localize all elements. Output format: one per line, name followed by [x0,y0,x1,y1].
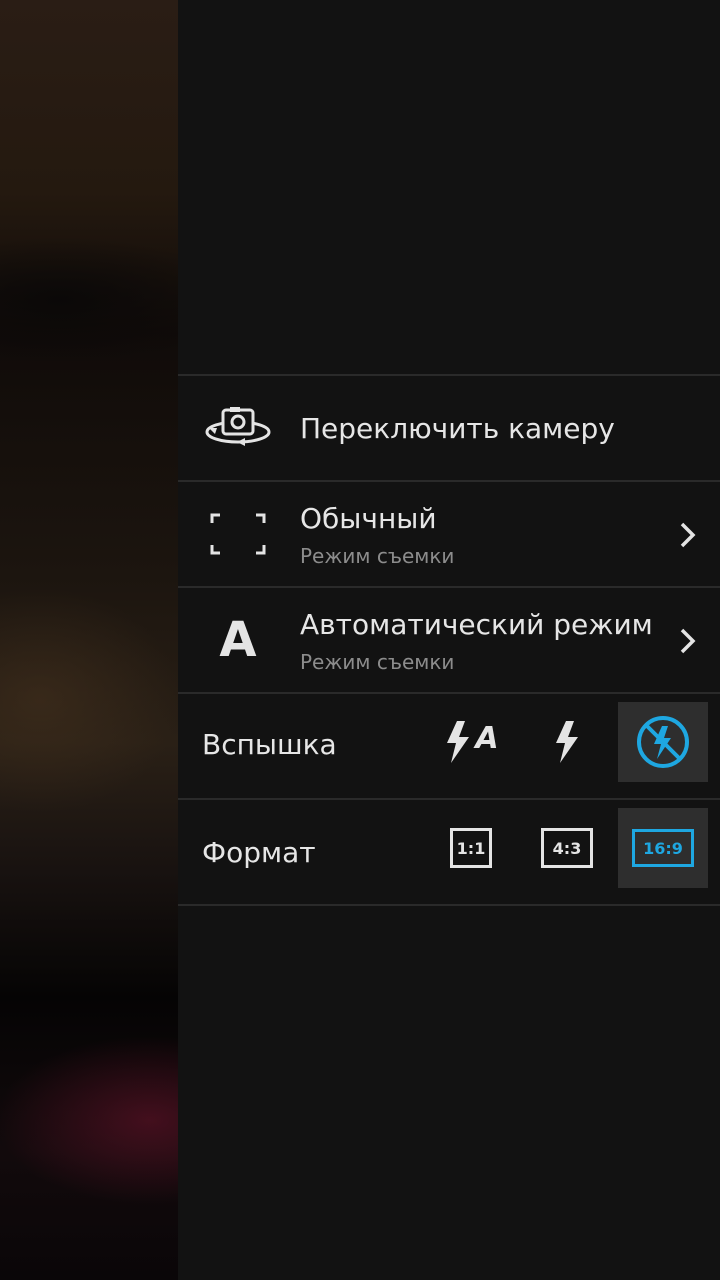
camera-viewfinder-preview [0,0,178,1280]
aspect-4-3-icon: 4:3 [541,828,593,868]
format-label: Формат [202,836,316,869]
normal-mode-frame-icon [198,482,278,586]
switch-camera-row[interactable]: Переключить камеру [178,376,720,482]
flash-off-option[interactable] [618,702,708,782]
settings-menu: Переключить камеру Обычный Режим съемки … [178,374,720,906]
aspect-16-9-icon: 16:9 [632,829,694,867]
flash-auto-icon: A [443,719,499,765]
camera-settings-panel: Переключить камеру Обычный Режим съемки … [178,0,720,1280]
chevron-right-icon [680,522,696,548]
format-option-4-3[interactable]: 4:3 [522,808,612,888]
scene-mode-row[interactable]: A Автоматический режим Режим съемки [178,588,720,694]
flash-label: Вспышка [202,728,337,761]
scene-mode-sublabel: Режим съемки [300,650,455,674]
aspect-1-1-icon: 1:1 [450,828,492,868]
flash-on-option[interactable] [522,702,612,782]
format-option-1-1[interactable]: 1:1 [426,808,516,888]
shooting-mode-sublabel: Режим съемки [300,544,455,568]
flash-auto-option[interactable]: A [426,702,516,782]
switch-camera-icon [198,376,278,480]
format-row: Формат 1:1 4:3 16:9 [178,800,720,906]
flash-on-icon [556,721,578,763]
chevron-right-icon [680,628,696,654]
flash-off-icon [637,716,689,768]
shooting-mode-row[interactable]: Обычный Режим съемки [178,482,720,588]
scene-mode-label: Автоматический режим [300,608,653,641]
flash-row: Вспышка A [178,694,720,800]
shooting-mode-label: Обычный [300,502,437,535]
format-option-16-9[interactable]: 16:9 [618,808,708,888]
switch-camera-label: Переключить камеру [300,412,615,445]
auto-mode-a-icon: A [219,612,257,668]
